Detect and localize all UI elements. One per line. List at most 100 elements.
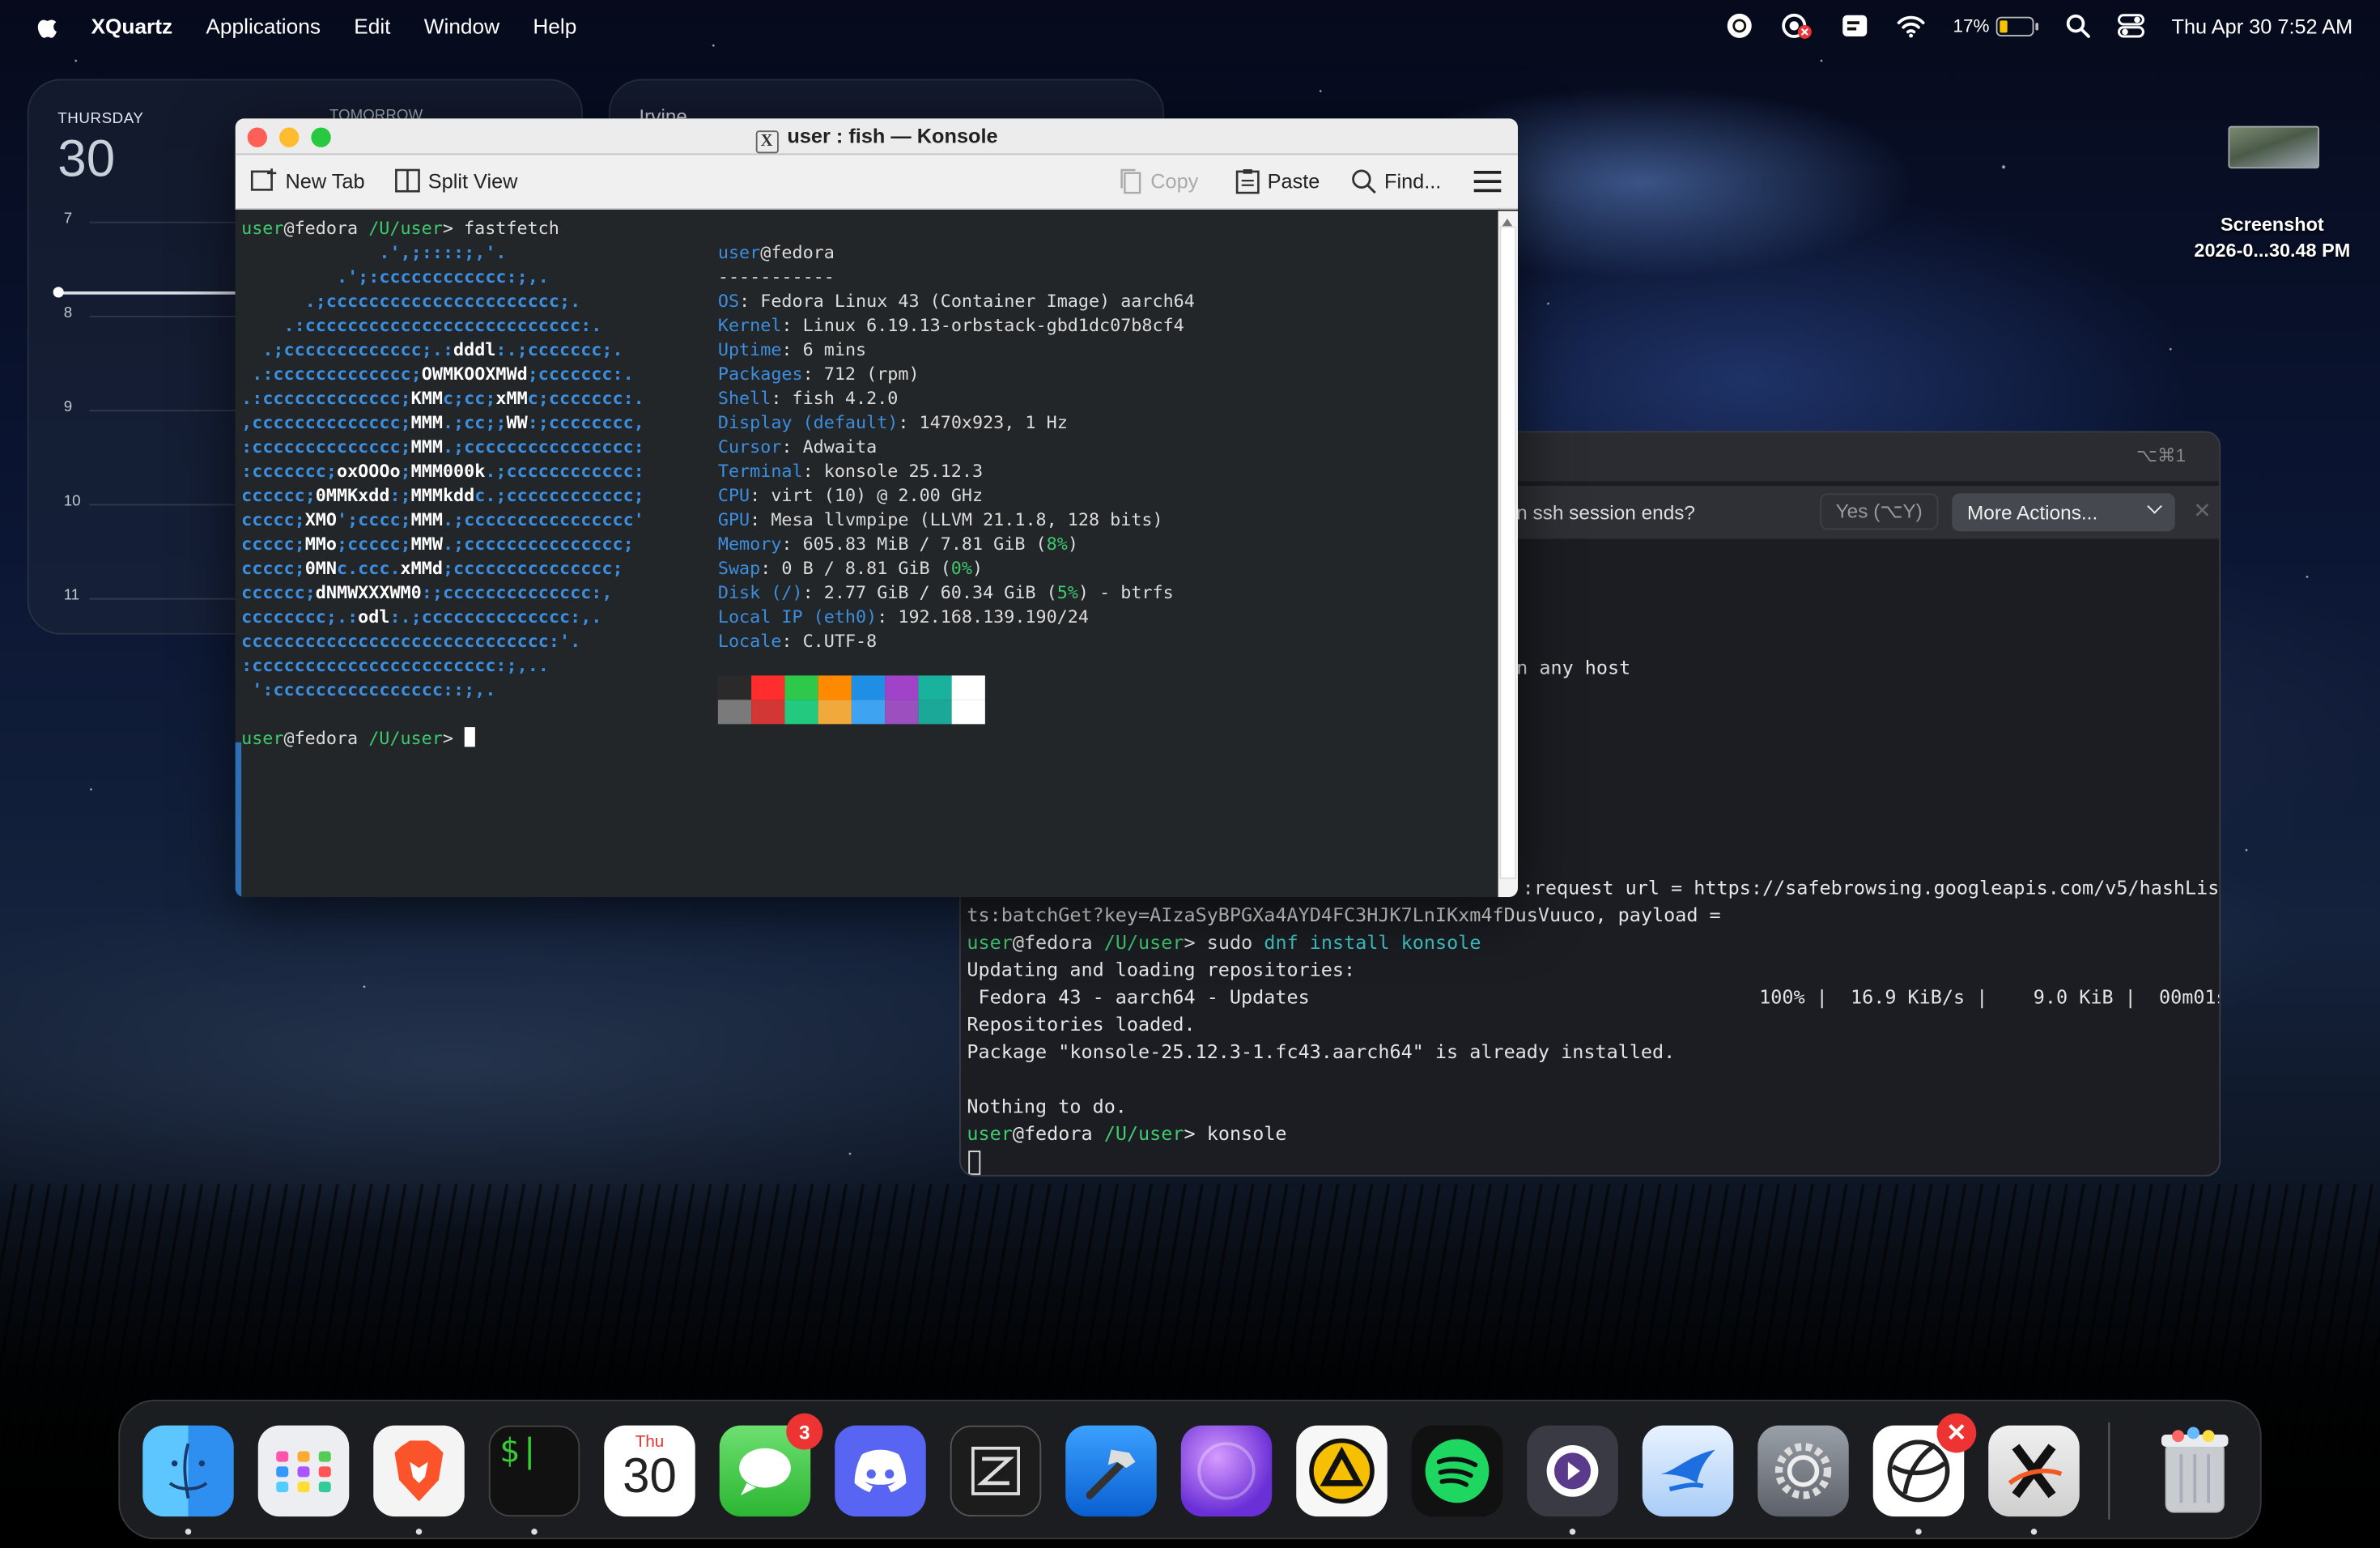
terminal-line: Updating and loading repositories: bbox=[967, 958, 1356, 981]
terminal-line: ts:batchGet?key=AIzaSyBPGXa4AYD4FC3HJK7L… bbox=[967, 903, 1721, 926]
current-time-dot bbox=[53, 287, 64, 298]
cmd-konsole: konsole bbox=[1206, 1121, 1287, 1145]
fedora-ascii-logo: .',;::::;,'. .';:cccccccccccc:;,. .;cccc… bbox=[241, 240, 644, 701]
hour-label: 7 bbox=[63, 211, 73, 228]
fastfetch-row: Cursor: Adwaita bbox=[717, 436, 878, 457]
paste-button[interactable]: Paste bbox=[1235, 168, 1320, 194]
konsole-window[interactable]: Xuser : fish — Konsole New Tab Split Vie… bbox=[235, 118, 1518, 898]
xquartz-icon[interactable] bbox=[1988, 1425, 2080, 1517]
spotify-icon[interactable] bbox=[1411, 1425, 1503, 1517]
record-icon[interactable] bbox=[1725, 12, 1753, 40]
battery-status[interactable]: 17% bbox=[1953, 15, 2038, 36]
window-title-text: user : fish — Konsole bbox=[787, 124, 998, 147]
gear-icon bbox=[1774, 1443, 1832, 1499]
terminal-screen[interactable]: user@fedora /U/user> fastfetch .',;::::;… bbox=[235, 211, 1498, 898]
usage-percent: 8% bbox=[1046, 533, 1068, 555]
calendar-app-icon[interactable]: Thu 30 bbox=[604, 1425, 695, 1517]
terminal-line: Package "konsole-25.12.3-1.fc43.aarch64"… bbox=[967, 1040, 1676, 1063]
menu-bar: XQuartz Applications Edit Window Help 17… bbox=[0, 0, 2380, 52]
find-label: Find... bbox=[1384, 170, 1442, 194]
apple-icon[interactable] bbox=[33, 12, 57, 40]
logo-line: ':cccccccccccccccc::;,. bbox=[252, 678, 496, 700]
more-actions-dropdown[interactable]: More Actions... bbox=[1952, 493, 2175, 532]
cmd-sudo: sudo bbox=[1206, 930, 1264, 954]
ff-user: user bbox=[717, 241, 761, 263]
terminal-prompt-glyph-icon: $| bbox=[499, 1433, 540, 1471]
hour-label: 8 bbox=[63, 304, 73, 322]
logo-line: cccccc;dNMWXXXWM0:;cccccccccccccc:, bbox=[241, 581, 613, 603]
find-icon bbox=[1352, 169, 1376, 194]
new-tab-button[interactable]: New Tab bbox=[250, 168, 365, 193]
scrollbar-thumb[interactable] bbox=[1499, 226, 1517, 879]
split-view-button[interactable]: Split View bbox=[395, 168, 517, 193]
fastfetch-row: Memory: 605.83 MiB / 7.81 GiB (8%) bbox=[717, 533, 1078, 555]
x-logo-icon bbox=[2008, 1444, 2063, 1499]
brave-icon[interactable] bbox=[373, 1425, 465, 1517]
fastfetch-key: Local IP (eth0) bbox=[717, 606, 878, 627]
konsole-titlebar[interactable]: Xuser : fish — Konsole bbox=[235, 118, 1518, 155]
color-swatch bbox=[885, 675, 919, 700]
messages-icon[interactable]: 3 bbox=[719, 1413, 823, 1517]
play-circle-icon bbox=[1546, 1445, 1599, 1497]
menu-app-name[interactable]: XQuartz bbox=[91, 14, 173, 38]
dock-separator bbox=[2108, 1422, 2110, 1520]
color-swatch bbox=[918, 700, 952, 725]
menu-help[interactable]: Help bbox=[533, 14, 576, 38]
menu-window[interactable]: Window bbox=[424, 14, 499, 38]
control-strip-icon[interactable] bbox=[1841, 14, 1868, 38]
settings-icon[interactable] bbox=[1757, 1425, 1849, 1517]
logo-line: ccccccccccccccccccccccccccccc:'. bbox=[241, 630, 581, 652]
desktop-file-label[interactable]: Screenshot 2026-0...30.48 PM bbox=[2156, 213, 2380, 265]
spotify-logo-icon bbox=[1425, 1439, 1490, 1503]
terminal-line: 100% | 16.9 KiB/s | 9.0 KiB | 00m01s bbox=[1759, 985, 2221, 1008]
vpn-status-icon[interactable] bbox=[1780, 12, 1813, 40]
app-grid-icon bbox=[276, 1451, 331, 1493]
speech-bubble-icon bbox=[739, 1448, 791, 1495]
hamburger-menu-button[interactable] bbox=[1473, 170, 1502, 193]
color-swatch bbox=[885, 700, 919, 725]
menu-edit[interactable]: Edit bbox=[354, 14, 390, 38]
color-swatch bbox=[918, 675, 952, 700]
color-swatch bbox=[851, 700, 886, 725]
fastfetch-row: Local IP (eth0): 192.168.139.190/24 bbox=[717, 606, 1089, 627]
fastfetch-key: Kernel bbox=[717, 314, 782, 336]
running-indicator bbox=[415, 1529, 423, 1535]
finder-icon[interactable] bbox=[142, 1425, 234, 1517]
zed-icon[interactable] bbox=[950, 1425, 1042, 1517]
color-swatch bbox=[717, 675, 752, 700]
window-title: Xuser : fish — Konsole bbox=[236, 125, 1518, 154]
xcode-icon[interactable] bbox=[1065, 1425, 1157, 1517]
trash-icon[interactable] bbox=[2149, 1426, 2241, 1517]
launchpad-icon[interactable] bbox=[257, 1425, 350, 1517]
siri-icon[interactable] bbox=[1180, 1425, 1273, 1517]
fastfetch-info: OS: Fedora Linux 43 (Container Image) aa… bbox=[718, 288, 1195, 653]
menu-clock[interactable]: Thu Apr 30 7:52 AM bbox=[2172, 15, 2353, 37]
brave-lion-icon bbox=[394, 1440, 444, 1502]
logo-line: :ccccccc;oxOOOo;MMM000k.;cccccccccccc: bbox=[241, 460, 644, 482]
terminal-icon[interactable]: $| bbox=[488, 1425, 580, 1517]
discord-icon[interactable] bbox=[835, 1425, 926, 1517]
infuse-icon[interactable] bbox=[1527, 1425, 1618, 1517]
find-button[interactable]: Find... bbox=[1351, 168, 1442, 194]
terminal-scrollbar[interactable] bbox=[1498, 211, 1518, 898]
logo-line: .:ccccccccccccc;OWMKOOXMWd;ccccccc:. bbox=[252, 363, 634, 385]
prompt-path: /U/user bbox=[358, 217, 443, 239]
copy-button[interactable]: Copy bbox=[1119, 168, 1198, 194]
close-notification-button[interactable]: ✕ bbox=[2193, 498, 2211, 524]
logo-line: ccccc;MMo;ccccc;MMW.;ccccccccccccccc; bbox=[241, 533, 634, 555]
fastfetch-row: GPU: Mesa llvmpipe (LLVM 21.1.8, 128 bit… bbox=[717, 508, 1163, 530]
control-center-icon[interactable] bbox=[2117, 14, 2144, 38]
search-icon[interactable] bbox=[2065, 14, 2090, 38]
network-icon[interactable]: ✕ bbox=[1872, 1413, 1977, 1517]
logo-line: cccccccc;.:odl:.;cccccccccccccc:,. bbox=[241, 606, 602, 627]
yes-button[interactable]: Yes (⌥Y) bbox=[1820, 493, 1939, 530]
ff-host: @fedora bbox=[760, 241, 835, 263]
wifi-icon[interactable] bbox=[1895, 14, 1926, 38]
new-tab-icon bbox=[250, 168, 277, 191]
menu-applications[interactable]: Applications bbox=[206, 14, 321, 38]
archiver-icon[interactable] bbox=[1296, 1425, 1388, 1517]
desktop-file-screenshot[interactable] bbox=[2228, 125, 2319, 169]
logo-line: ,cccccccccccccc;MMM.;cc;;WW:;cccccccc, bbox=[241, 411, 644, 433]
tailscale-icon[interactable] bbox=[1642, 1425, 1734, 1517]
logo-line: .',;::::;,'. bbox=[379, 241, 507, 263]
